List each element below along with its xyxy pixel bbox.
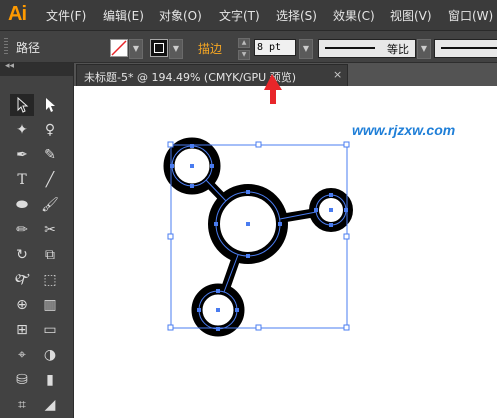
stroke-weight-input[interactable]: 8 pt xyxy=(254,39,296,56)
menu-bar: Ai 文件(F) 编辑(E) 对象(O) 文字(T) 选择(S) 效果(C) 视… xyxy=(0,0,497,31)
menu-view[interactable]: 视图(V) xyxy=(390,7,432,24)
tools-panel: ◂◂ ✦ ♀ ✒ ✎ T ╱ ⬬ 🖌 ✏ ✂ ↻ ⧉ 🙰 ⬚ ⊕ ▥ ⊞ ▭ ⌖… xyxy=(0,61,74,418)
type-tool-icon[interactable]: T xyxy=(10,169,34,191)
menu-file[interactable]: 文件(F) xyxy=(46,7,86,24)
collapse-icon[interactable]: ◂◂ xyxy=(5,61,14,71)
line-tool-icon[interactable]: ╱ xyxy=(38,169,62,191)
shape-builder-tool-icon[interactable]: ⊕ xyxy=(10,294,34,316)
object-type-label: 路径 xyxy=(16,41,41,55)
menu-select[interactable]: 选择(S) xyxy=(276,7,317,24)
fill-swatch[interactable] xyxy=(110,39,128,57)
artboard-tool-icon[interactable]: ⌗ xyxy=(10,394,34,416)
menu-type[interactable]: 文字(T) xyxy=(219,7,260,24)
stroke-square-icon xyxy=(154,43,164,53)
mesh-tool-icon[interactable]: ⊞ xyxy=(10,319,34,341)
stroke-weight-stepper[interactable]: ▲ ▼ xyxy=(238,38,250,60)
rotate-tool-icon[interactable]: ↻ xyxy=(10,244,34,266)
stroke-label[interactable]: 描边 xyxy=(198,40,222,57)
symbol-sprayer-tool-icon[interactable]: ⛁ xyxy=(10,369,34,391)
slice-tool-icon[interactable]: ◢ xyxy=(38,394,62,416)
column-graph-tool-icon[interactable]: ▮ xyxy=(38,369,62,391)
panel-grip[interactable] xyxy=(4,38,8,54)
scale-tool-icon[interactable]: ⧉ xyxy=(38,244,62,266)
document-tab-bar: 未标题-5* @ 194.49% (CMYK/GPU 预览) × xyxy=(74,63,497,86)
watermark-text: www.rjzxw.com xyxy=(352,122,456,138)
document-tab[interactable]: 未标题-5* @ 194.49% (CMYK/GPU 预览) × xyxy=(76,64,348,86)
perspective-grid-tool-icon[interactable]: ▥ xyxy=(38,294,62,316)
profile-dropdown[interactable]: ▼ xyxy=(417,39,431,59)
warp-tool-icon[interactable]: 🙰 xyxy=(10,269,34,291)
pen-tool-icon[interactable]: ✒ xyxy=(10,144,34,166)
document-title: 未标题-5* @ 194.49% (CMYK/GPU 预览) xyxy=(84,71,296,84)
ellipse-tool-icon[interactable]: ⬬ xyxy=(10,194,34,216)
eyedropper-tool-icon[interactable]: ⌖ xyxy=(10,344,34,366)
brush-line-icon xyxy=(441,47,497,49)
tools-panel-header[interactable]: ◂◂ xyxy=(0,61,73,76)
app-logo: Ai xyxy=(8,3,27,25)
lasso-tool-icon[interactable]: ♀ xyxy=(38,119,62,141)
profile-line-icon xyxy=(325,47,375,49)
stroke-profile-select[interactable]: 等比 xyxy=(318,39,416,58)
gradient-tool-icon[interactable]: ▭ xyxy=(38,319,62,341)
brush-select[interactable] xyxy=(434,39,497,58)
curvature-tool-icon[interactable]: ✎ xyxy=(38,144,62,166)
close-icon[interactable]: × xyxy=(333,68,342,81)
no-fill-icon xyxy=(111,40,127,56)
stepper-down-icon[interactable]: ▼ xyxy=(238,50,250,60)
profile-label: 等比 xyxy=(387,43,409,56)
magic-wand-tool-icon[interactable]: ✦ xyxy=(10,119,34,141)
stroke-color-dropdown[interactable]: ▼ xyxy=(169,39,183,59)
menu-object[interactable]: 对象(O) xyxy=(159,7,202,24)
stroke-swatch[interactable] xyxy=(150,39,168,57)
direct-selection-tool-icon[interactable] xyxy=(38,94,62,116)
menu-edit[interactable]: 编辑(E) xyxy=(103,7,144,24)
blend-tool-icon[interactable]: ◑ xyxy=(38,344,62,366)
scissors-tool-icon[interactable]: ✂ xyxy=(38,219,62,241)
free-transform-tool-icon[interactable]: ⬚ xyxy=(38,269,62,291)
paintbrush-tool-icon[interactable]: 🖌 xyxy=(38,194,62,216)
menu-window[interactable]: 窗口(W) xyxy=(448,7,493,24)
control-bar: 路径 ▼ ▼ 描边 ▲ ▼ 8 pt ▼ 等比 ▼ xyxy=(0,31,497,63)
stepper-up-icon[interactable]: ▲ xyxy=(238,38,250,48)
selection-tool-icon[interactable] xyxy=(10,94,34,116)
fill-dropdown[interactable]: ▼ xyxy=(129,39,143,59)
pencil-tool-icon[interactable]: ✏ xyxy=(10,219,34,241)
stroke-weight-dropdown[interactable]: ▼ xyxy=(299,39,313,59)
menu-effect[interactable]: 效果(C) xyxy=(333,7,375,24)
